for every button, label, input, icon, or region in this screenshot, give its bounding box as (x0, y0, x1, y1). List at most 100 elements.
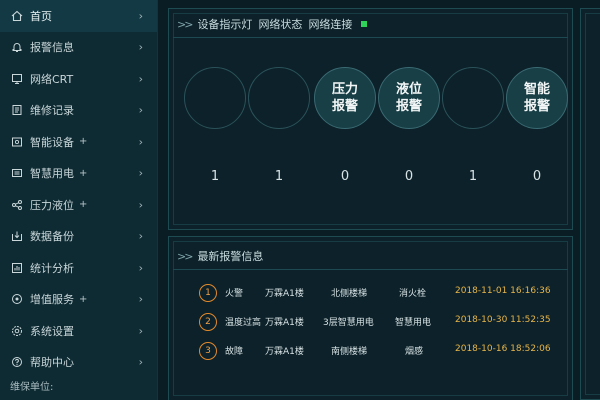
sidebar-item-label: 首页 (30, 9, 52, 23)
chevron-right-icon: › (138, 103, 143, 117)
alarm-index-badge: 2 (199, 313, 217, 331)
header-divider (173, 37, 568, 38)
sidebar-item-pressure-level[interactable]: 压力液位 + › (0, 189, 157, 221)
alarm-row[interactable]: 2 温度过高 万霖A1楼 3层智慧用电 智慧用电 2018-10-30 11:5… (199, 312, 559, 332)
level-alarm-circle[interactable]: 液位报警 (378, 67, 440, 129)
sidebar: 首页 › 报警信息 › 网络CRT › 维修记录 › 智能设备 + › 智慧用电… (0, 0, 158, 400)
power-icon (10, 166, 24, 180)
alarm-building: 万霖A1楼 (265, 347, 304, 357)
connection-status-indicator (361, 21, 368, 27)
chevron-right-icon: › (138, 9, 143, 23)
network-status-label: 网络状态 (258, 18, 303, 31)
alarm-index-badge: 3 (199, 342, 217, 360)
alarm-time: 2018-10-30 11:52:35 (455, 315, 551, 325)
sidebar-item-label: 统计分析 (30, 261, 74, 275)
device-status-panel: >> 设备指示灯 网络状态 网络连接 压力报警 液位报警 智能报警 1 1 0 … (168, 8, 573, 230)
sidebar-item-settings[interactable]: 系统设置 › (0, 315, 157, 347)
gear-icon (10, 324, 24, 338)
sidebar-item-maintenance[interactable]: 维修记录 › (0, 95, 157, 127)
sidebar-item-smart-power[interactable]: 智慧用电 + › (0, 158, 157, 190)
sidebar-item-label: 数据备份 (30, 230, 74, 244)
sidebar-item-label: 增值服务 (30, 293, 74, 307)
alarm-row[interactable]: 3 故障 万霖A1楼 南侧楼梯 烟感 2018-10-16 18:52:06 (199, 341, 559, 361)
sidebar-item-label: 系统设置 (30, 324, 74, 338)
device-icon (10, 135, 24, 149)
alarm-type: 火警 (225, 289, 244, 299)
chevron-right-icon: › (138, 198, 143, 212)
status-count: 1 (210, 169, 220, 184)
chevron-right-icon: › (138, 229, 143, 243)
status-count: 1 (468, 169, 478, 184)
sidebar-menu: 首页 › 报警信息 › 网络CRT › 维修记录 › 智能设备 + › 智慧用电… (0, 0, 157, 378)
chevron-right-icon: › (138, 135, 143, 149)
service-icon (10, 292, 24, 306)
expand-plus: + (79, 293, 88, 305)
sidebar-item-label: 报警信息 (30, 41, 74, 55)
status-circle-5[interactable] (442, 67, 504, 129)
circle-label: 智能报警 (523, 82, 550, 114)
alarm-panel-header: >> 最新报警信息 (177, 247, 269, 265)
help-icon (10, 355, 24, 369)
alarm-location: 3层智慧用电 (323, 318, 374, 328)
expand-plus: + (79, 199, 88, 211)
sidebar-item-label: 帮助中心 (30, 356, 74, 370)
home-icon (10, 9, 24, 23)
network-connection-label: 网络连接 (308, 18, 353, 31)
alarm-building: 万霖A1楼 (265, 289, 304, 299)
indicator-label: 设备指示灯 (197, 18, 253, 31)
alarm-location: 南侧楼梯 (331, 347, 368, 357)
status-panel-header: >> 设备指示灯 网络状态 网络连接 (177, 15, 368, 33)
chevron-right-icon: › (138, 166, 143, 180)
alarm-device: 烟感 (405, 347, 424, 357)
maintenance-unit-label: 维保单位: (10, 382, 54, 393)
sidebar-item-network-crt[interactable]: 网络CRT › (0, 63, 157, 95)
sidebar-item-help[interactable]: 帮助中心 › (0, 347, 157, 379)
circle-label: 液位报警 (395, 82, 422, 114)
backup-icon (10, 229, 24, 243)
chevron-right-icon: › (138, 72, 143, 86)
smart-alarm-count: 0 (532, 169, 542, 184)
sidebar-item-statistics[interactable]: 统计分析 › (0, 252, 157, 284)
right-panel-partial (580, 8, 600, 400)
double-chevron-icon: >> (177, 249, 194, 263)
sidebar-item-label: 压力液位 (30, 198, 74, 212)
status-circle-1[interactable] (184, 67, 246, 129)
chevron-right-icon: › (138, 292, 143, 306)
sidebar-item-value-added[interactable]: 增值服务 + › (0, 284, 157, 316)
sidebar-item-label: 智能设备 (30, 135, 74, 149)
sidebar-item-alarm-info[interactable]: 报警信息 › (0, 32, 157, 64)
sidebar-item-data-backup[interactable]: 数据备份 › (0, 221, 157, 253)
sidebar-item-home[interactable]: 首页 › (0, 0, 157, 32)
panel-frame (585, 13, 600, 395)
alarm-building: 万霖A1楼 (265, 318, 304, 328)
sidebar-item-label: 网络CRT (30, 72, 74, 86)
status-count: 1 (274, 169, 284, 184)
bell-icon (10, 40, 24, 54)
monitor-icon (10, 72, 24, 86)
alarm-location: 北侧楼梯 (331, 289, 368, 299)
alarm-row[interactable]: 1 火警 万霖A1楼 北侧楼梯 消火栓 2018-11-01 16:16:36 (199, 283, 559, 303)
level-alarm-count: 0 (404, 169, 414, 184)
chevron-right-icon: › (138, 355, 143, 369)
wrench-icon (10, 103, 24, 117)
alarm-panel-title: 最新报警信息 (197, 250, 264, 263)
gauge-icon (10, 198, 24, 212)
sidebar-item-label: 维修记录 (30, 104, 74, 118)
pressure-alarm-count: 0 (340, 169, 350, 184)
sidebar-item-smart-device[interactable]: 智能设备 + › (0, 126, 157, 158)
smart-alarm-circle[interactable]: 智能报警 (506, 67, 568, 129)
chevron-right-icon: › (138, 324, 143, 338)
alarm-time: 2018-11-01 16:16:36 (455, 286, 551, 296)
header-divider (173, 269, 568, 270)
alarm-time: 2018-10-16 18:52:06 (455, 344, 551, 354)
expand-plus: + (79, 167, 88, 179)
pressure-alarm-circle[interactable]: 压力报警 (314, 67, 376, 129)
expand-plus: + (79, 136, 88, 148)
double-chevron-icon: >> (177, 17, 194, 31)
chevron-right-icon: › (138, 40, 143, 54)
status-circle-2[interactable] (248, 67, 310, 129)
stats-icon (10, 261, 24, 275)
circle-label: 压力报警 (331, 82, 358, 114)
app-root: 首页 › 报警信息 › 网络CRT › 维修记录 › 智能设备 + › 智慧用电… (0, 0, 600, 400)
chevron-right-icon: › (138, 261, 143, 275)
